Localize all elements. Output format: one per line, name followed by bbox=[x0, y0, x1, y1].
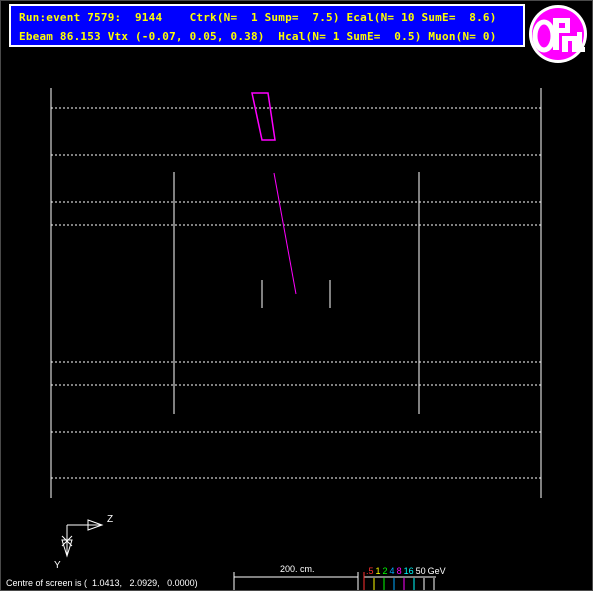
axis-indicator bbox=[61, 519, 104, 558]
energy-scale-label: 1 bbox=[375, 566, 381, 576]
scale-bar bbox=[233, 572, 359, 590]
centre-of-screen-readout: Centre of screen is ( 1.0413, 2.0929, 0.… bbox=[6, 578, 198, 588]
energy-scale-labels: .5 1 2 4 8 16 50 GeV bbox=[366, 566, 446, 576]
charged-track bbox=[273, 172, 297, 295]
opal-logo-icon bbox=[529, 5, 587, 63]
z-axis-label: Z bbox=[107, 514, 114, 525]
event-info-line-1: Run:event 7579: 9144 Ctrk(N= 1 Sump= 7.5… bbox=[19, 11, 497, 24]
energy-scale-label: 50 bbox=[415, 566, 426, 576]
event-info-line-2: Ebeam 86.153 Vtx (-0.07, 0.05, 0.38) Hca… bbox=[19, 30, 497, 43]
energy-scale-label: .5 bbox=[366, 566, 374, 576]
energy-scale-label: GeV bbox=[427, 566, 446, 576]
event-info-panel: Run:event 7579: 9144 Ctrk(N= 1 Sump= 7.5… bbox=[9, 4, 525, 47]
ecal-cluster bbox=[251, 92, 276, 141]
y-axis-label: Y bbox=[54, 560, 61, 571]
event-display-canvas[interactable] bbox=[0, 0, 593, 591]
scale-bar-label: 200. cm. bbox=[280, 564, 315, 574]
energy-scale-label: 4 bbox=[389, 566, 395, 576]
energy-scale-label: 8 bbox=[396, 566, 402, 576]
energy-scale-label: 2 bbox=[382, 566, 388, 576]
energy-scale-label: 16 bbox=[403, 566, 414, 576]
